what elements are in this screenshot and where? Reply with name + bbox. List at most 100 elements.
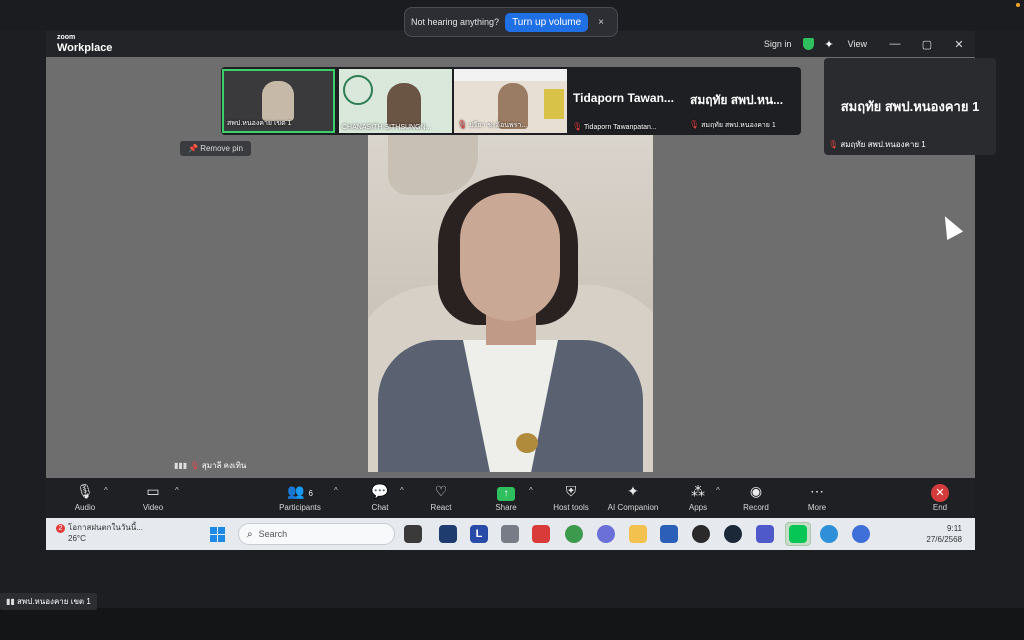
audio-label: Audio bbox=[74, 503, 96, 512]
participant-name: 🎙 Tidaporn Tawanpatan... bbox=[572, 122, 657, 131]
host-tools-label: Host tools bbox=[553, 503, 589, 512]
remove-pin-button[interactable]: 📌 Remove pin bbox=[180, 141, 251, 156]
minimize-button[interactable]: — bbox=[879, 38, 911, 50]
signal-icon: ▮▮ bbox=[6, 597, 15, 606]
shared-screen-owner-label: ▮▮ สพป.หนองคาย เขต 1 bbox=[0, 593, 97, 610]
participant-name: 🎙 ปรียา ชะอ้อนพรา... bbox=[457, 120, 528, 129]
brooch bbox=[516, 433, 538, 453]
edge-icon[interactable] bbox=[820, 525, 838, 543]
more-icon: ⋯ bbox=[810, 483, 824, 499]
react-label: React bbox=[430, 503, 452, 512]
zoom-app-icon[interactable] bbox=[852, 525, 870, 543]
video-options-caret[interactable]: ^ bbox=[175, 486, 179, 495]
messenger-icon[interactable] bbox=[597, 525, 615, 543]
status-dot bbox=[1016, 3, 1020, 7]
more-button[interactable]: ⋯ More bbox=[803, 482, 831, 512]
react-button[interactable]: ♡ React bbox=[427, 482, 455, 512]
participant-big-name: สมฤทัย สพป.หน... bbox=[690, 93, 784, 107]
record-button[interactable]: ◉ Record bbox=[740, 482, 772, 512]
shield-icon[interactable] bbox=[803, 38, 815, 50]
taskbar-clock[interactable]: 9:11 27/6/2568 bbox=[918, 523, 962, 545]
clock-time: 9:11 bbox=[947, 524, 962, 533]
muted-mic-icon: 🎙 bbox=[457, 120, 468, 129]
participant-strip: สพป.หนองคาย เขต 1 CHANASITH SITHSUNGN...… bbox=[221, 67, 801, 135]
active-speaker-name: สมฤทัย สพป.หนองคาย 1 bbox=[840, 99, 980, 114]
audio-button[interactable]: 🎙 Audio bbox=[71, 482, 99, 512]
camera-app-icon[interactable] bbox=[501, 525, 519, 543]
windows-start-icon[interactable] bbox=[210, 527, 226, 543]
apps-label: Apps bbox=[688, 503, 708, 512]
network-label: ▮▮▮ 🎙 สุมาลี คงเทิน bbox=[174, 461, 247, 470]
task-view-icon[interactable] bbox=[404, 525, 422, 543]
close-notification-button[interactable]: × bbox=[598, 17, 604, 28]
apps-icon: ⁂ bbox=[691, 483, 705, 499]
notification-badge: 2 bbox=[56, 524, 65, 533]
maximize-button[interactable]: ▢ bbox=[911, 38, 943, 51]
weather-widget[interactable]: 2 โอกาสฝนตกในวันนี้... 26°C bbox=[56, 522, 143, 544]
app-icon[interactable] bbox=[532, 525, 550, 543]
chat-label: Chat bbox=[371, 503, 389, 512]
speaker-face bbox=[460, 193, 560, 321]
participant-thumbnail[interactable]: สพป.หนองคาย เขต 1 bbox=[222, 69, 335, 133]
share-screen-icon: ↑ bbox=[497, 487, 515, 501]
ai-companion-button[interactable]: ✦ AI Companion bbox=[604, 482, 662, 512]
pin-icon: 📌 bbox=[188, 144, 198, 153]
participant-thumbnail[interactable]: Tidaporn Tawan... 🎙 Tidaporn Tawanpatan.… bbox=[569, 69, 682, 133]
audio-options-caret[interactable]: ^ bbox=[104, 486, 108, 495]
muted-mic-icon: 🎙 bbox=[572, 122, 583, 131]
participants-button[interactable]: 👥 6 Participants bbox=[274, 482, 326, 512]
store-icon[interactable] bbox=[660, 525, 678, 543]
more-label: More bbox=[807, 503, 827, 512]
clock-date: 27/6/2568 bbox=[926, 535, 962, 544]
participants-label: Participants bbox=[279, 503, 321, 512]
share-options-caret[interactable]: ^ bbox=[529, 486, 533, 495]
app-icon[interactable] bbox=[692, 525, 710, 543]
main-video bbox=[368, 135, 653, 472]
share-button[interactable]: ↑ Share bbox=[492, 482, 520, 512]
video-label: Video bbox=[142, 503, 164, 512]
participant-thumbnail[interactable]: 🎙 ปรียา ชะอ้อนพรา... bbox=[454, 69, 567, 133]
video-button[interactable]: ▭ Video bbox=[139, 482, 167, 512]
line-icon[interactable] bbox=[789, 525, 807, 543]
apps-options-caret[interactable]: ^ bbox=[716, 486, 720, 495]
view-button[interactable]: View bbox=[848, 39, 867, 49]
file-explorer-icon[interactable] bbox=[629, 525, 647, 543]
audio-notification: Not hearing anything? Turn up volume × bbox=[404, 7, 618, 37]
participant-name: สพป.หนองคาย เขต 1 bbox=[227, 120, 292, 127]
participants-options-caret[interactable]: ^ bbox=[334, 486, 338, 495]
car-ceiling bbox=[388, 135, 478, 195]
record-icon: ◉ bbox=[749, 483, 763, 499]
participant-big-name: Tidaporn Tawan... bbox=[573, 91, 674, 105]
active-speaker-panel[interactable]: สมฤทัย สพป.หนองคาย 1 🎙 สมฤทัย สพป.หนองคา… bbox=[824, 58, 996, 155]
chat-options-caret[interactable]: ^ bbox=[400, 486, 404, 495]
steam-icon[interactable] bbox=[724, 525, 742, 543]
l-app-icon[interactable]: L bbox=[470, 525, 488, 543]
participant-thumbnail[interactable]: CHANASITH SITHSUNGN... bbox=[339, 69, 452, 133]
zoom-logo: zoom Workplace bbox=[57, 33, 112, 54]
participant-thumbnail[interactable]: สมฤทัย สพป.หน... 🎙 สมฤทัย สพป.หนองคาย 1 bbox=[686, 69, 799, 133]
end-button[interactable]: ✕ End bbox=[926, 482, 954, 512]
taskbar-search[interactable]: ⌕ Search bbox=[238, 523, 395, 545]
apps-button[interactable]: ⁂ Apps bbox=[684, 482, 712, 512]
teams-icon[interactable] bbox=[756, 525, 774, 543]
zoom-window: zoom Workplace Sign in ✦ View — ▢ ✕ สพป.… bbox=[46, 31, 996, 550]
search-icon: ⌕ bbox=[247, 529, 253, 540]
host-tools-button[interactable]: ⛨ Host tools bbox=[548, 482, 594, 512]
ai-companion-label: AI Companion bbox=[607, 503, 659, 512]
chrome-icon[interactable] bbox=[565, 525, 583, 543]
end-call-icon: ✕ bbox=[931, 484, 949, 502]
app-icon[interactable] bbox=[439, 525, 457, 543]
muted-mic-icon: 🎙 bbox=[189, 461, 200, 470]
weather-text: โอกาสฝนตกในวันนี้... bbox=[68, 523, 143, 532]
participants-icon: 👥 6 bbox=[287, 483, 313, 499]
chat-button[interactable]: 💬 Chat bbox=[366, 482, 394, 512]
meeting-controls: 🎙 Audio ^ ▭ Video ^ 👥 6 Participants ^ 💬… bbox=[46, 478, 975, 518]
close-window-button[interactable]: ✕ bbox=[943, 38, 975, 51]
active-speaker-caption: 🎙 สมฤทัย สพป.หนองคาย 1 bbox=[828, 140, 926, 149]
microphone-icon: 🎙 bbox=[76, 483, 94, 499]
turn-up-volume-button[interactable]: Turn up volume bbox=[505, 12, 589, 32]
heart-icon: ♡ bbox=[434, 483, 448, 499]
camera-icon: ▭ bbox=[146, 483, 160, 499]
ai-sparkle-icon[interactable]: ✦ bbox=[824, 38, 833, 51]
sign-in-button[interactable]: Sign in bbox=[764, 39, 792, 49]
